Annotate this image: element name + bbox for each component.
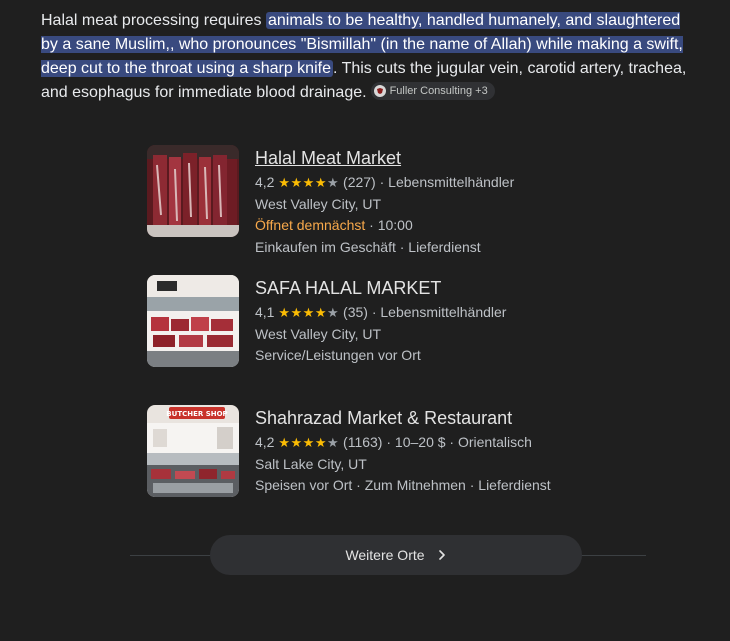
place-name[interactable]: Halal Meat Market xyxy=(255,146,514,170)
chevron-right-icon xyxy=(437,547,447,563)
place-rating-line: 4,2 ★★★★★ (1163) · 10–20 $ · Orientalisc… xyxy=(255,434,532,450)
place-rating-line: 4,1 ★★★★★ (35) · Lebensmittelhändler xyxy=(255,304,507,320)
place-category: Lebensmittelhändler xyxy=(388,174,515,190)
place-services: Speisen vor Ort · Zum Mitnehmen · Liefer… xyxy=(255,477,551,493)
ai-answer-text: Halal meat processing requires animals t… xyxy=(41,9,691,105)
place-info: Halal Meat Market 4,2 ★★★★★ (227) · Lebe… xyxy=(255,146,515,255)
open-time: 10:00 xyxy=(377,217,413,233)
place-card-halal-meat-market[interactable]: Halal Meat Market 4,2 ★★★★★ (227) · Lebe… xyxy=(147,145,627,255)
rating-stars-icon: ★★★★★ xyxy=(278,175,340,190)
answer-intro: Halal meat processing requires xyxy=(41,12,266,29)
place-thumbnail[interactable]: BUTCHER SHOP xyxy=(147,405,239,497)
source-chip[interactable]: Fuller Consulting +3 xyxy=(370,82,495,100)
review-count: (35) xyxy=(343,304,368,320)
meat-display-photo-icon xyxy=(147,145,239,237)
place-card-shahrazad-market[interactable]: BUTCHER SHOP Shahrazad Market & Restaura… xyxy=(147,405,627,497)
source-favicon-icon xyxy=(373,85,386,97)
place-thumbnail[interactable] xyxy=(147,275,239,367)
place-name[interactable]: Shahrazad Market & Restaurant xyxy=(255,406,551,430)
review-count: (227) xyxy=(343,174,376,190)
search-result-panel: Halal meat processing requires animals t… xyxy=(0,0,730,641)
place-services: Einkaufen im Geschäft · Lieferdienst xyxy=(255,238,481,255)
butcher-shop-sign: BUTCHER SHOP xyxy=(166,410,227,418)
review-count: (1163) xyxy=(343,434,383,450)
status-separator: · xyxy=(365,217,378,233)
open-status: Öffnet demnächst xyxy=(255,217,366,233)
place-name[interactable]: SAFA HALAL MARKET xyxy=(255,276,506,300)
place-location: Salt Lake City, UT xyxy=(255,455,367,472)
place-info: Shahrazad Market & Restaurant 4,2 ★★★★★ … xyxy=(255,406,551,497)
place-thumbnail[interactable] xyxy=(147,145,239,237)
rating-stars-icon: ★★★★★ xyxy=(278,305,340,320)
more-places-label: Weitere Orte xyxy=(345,547,425,563)
more-places-button[interactable]: Weitere Orte xyxy=(210,535,582,575)
rating-value: 4,2 xyxy=(255,174,275,190)
place-location: West Valley City, UT xyxy=(255,325,382,342)
rating-stars-icon: ★★★★★ xyxy=(278,435,340,450)
place-info: SAFA HALAL MARKET 4,1 ★★★★★ (35) · Leben… xyxy=(255,276,506,367)
source-chip-label: Fuller Consulting +3 xyxy=(389,85,488,97)
place-category: Lebensmittelhändler xyxy=(380,304,507,320)
rating-value: 4,1 xyxy=(255,304,275,320)
place-services: Service/Leistungen vor Ort xyxy=(255,347,421,363)
place-card-safa-halal-market[interactable]: SAFA HALAL MARKET 4,1 ★★★★★ (35) · Leben… xyxy=(147,275,627,367)
place-rating-line: 4,2 ★★★★★ (227) · Lebensmittelhändler xyxy=(255,174,515,190)
place-location: West Valley City, UT xyxy=(255,195,382,212)
place-category: Orientalisch xyxy=(457,434,532,450)
place-hours-line: Öffnet demnächst · 10:00 xyxy=(255,215,514,237)
butcher-shop-photo-icon: BUTCHER SHOP xyxy=(147,405,239,497)
rating-value: 4,2 xyxy=(255,434,275,450)
more-places-row: Weitere Orte xyxy=(130,535,646,575)
price-range: 10–20 $ xyxy=(394,434,446,450)
meat-counter-photo-icon xyxy=(147,275,239,367)
